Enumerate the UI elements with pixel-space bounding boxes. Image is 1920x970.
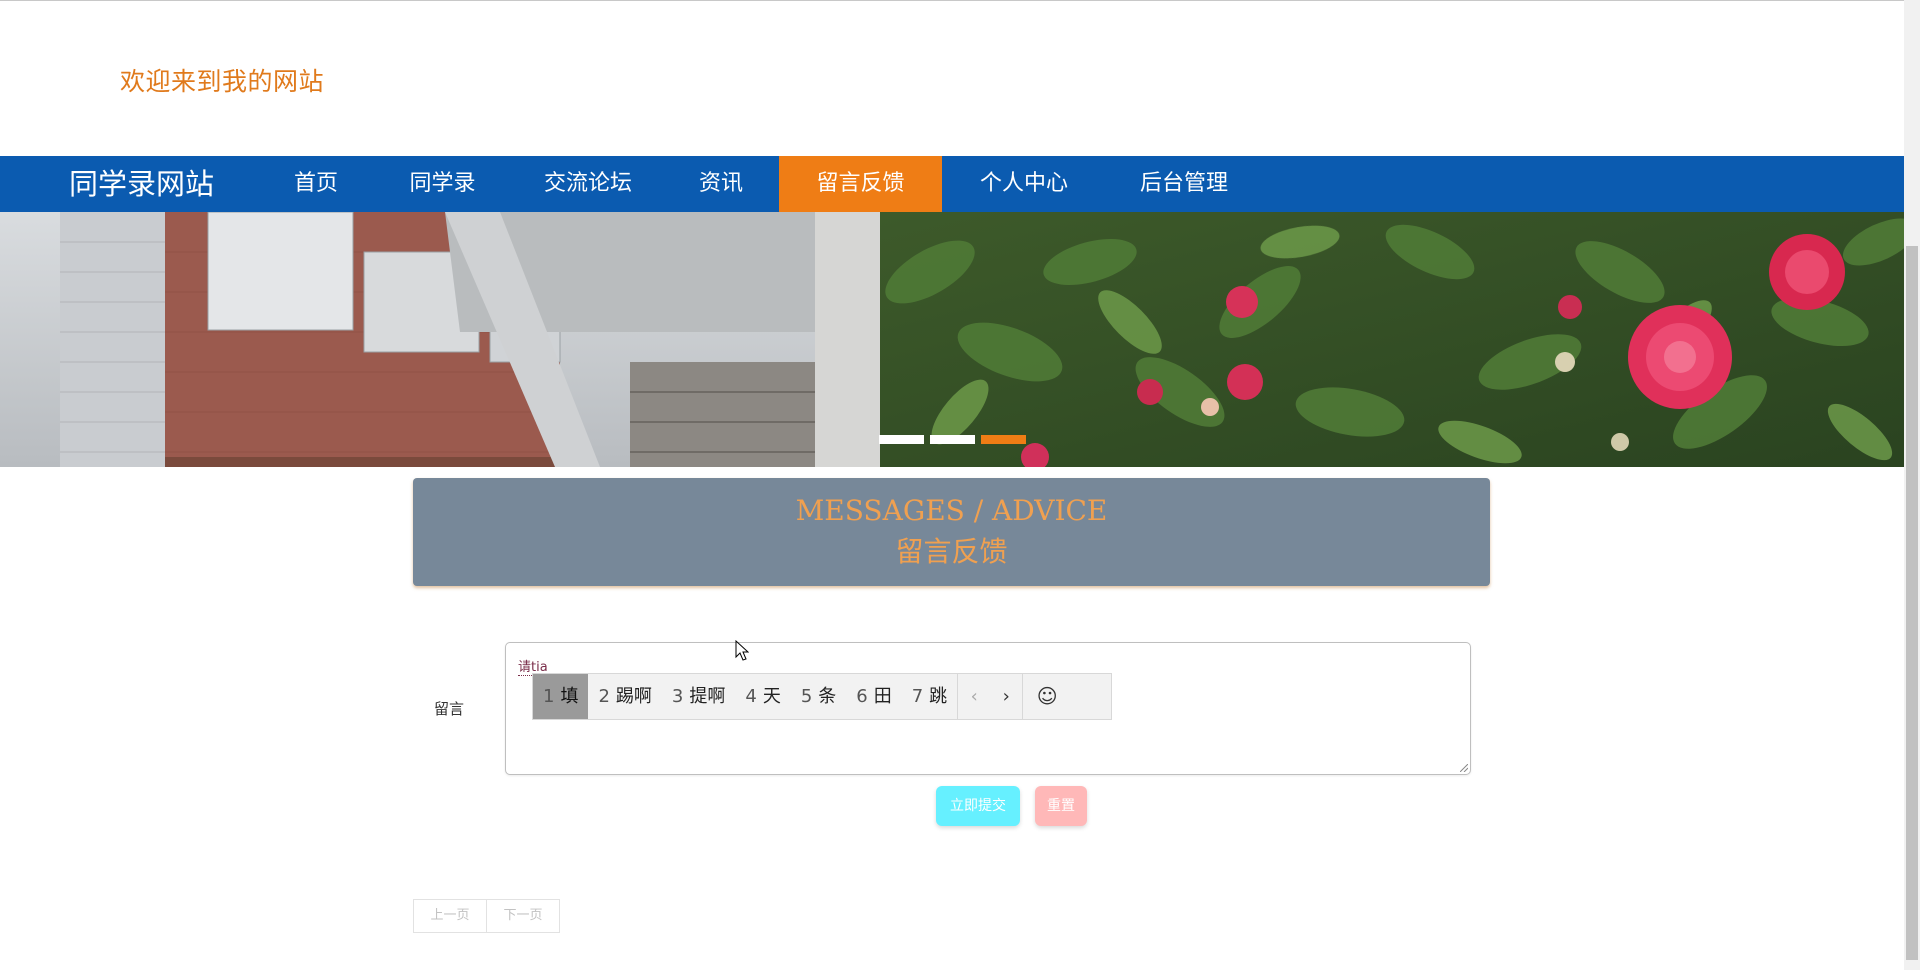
carousel-indicators	[879, 435, 1026, 444]
resize-grip-icon[interactable]	[1460, 764, 1468, 772]
nav-home[interactable]: 首页	[261, 156, 371, 212]
section-title-box: MESSAGES / ADVICE 留言反馈	[413, 478, 1490, 586]
ime-candidate-num: 3	[671, 686, 684, 707]
ime-candidate-text: 踢啊	[615, 686, 652, 707]
ime-candidate-text: 跳	[929, 686, 948, 707]
ime-candidate-text: 条	[818, 686, 837, 707]
reset-button[interactable]: 重置	[1035, 786, 1087, 826]
prev-page-button[interactable]: 上一页	[414, 900, 486, 932]
ime-candidate-4[interactable]: 4天	[735, 674, 790, 719]
ime-candidate-num: 6	[856, 686, 868, 707]
banner-carousel	[0, 212, 1904, 467]
nav-classmates[interactable]: 同学录	[385, 156, 500, 212]
submit-button[interactable]: 立即提交	[936, 786, 1020, 826]
carousel-dot-3[interactable]	[981, 435, 1026, 444]
banner-image	[0, 212, 1904, 467]
ime-candidate-7[interactable]: 7跳	[902, 674, 957, 719]
site-brand[interactable]: 同学录网站	[69, 156, 214, 212]
ime-candidate-bar: 1填 2 踢啊 3 提啊 4天 5条 6田 7跳 ‹ › ☺	[532, 673, 1112, 720]
next-page-button[interactable]: 下一页	[486, 900, 559, 932]
section-title-en: MESSAGES / ADVICE	[795, 494, 1108, 527]
message-label: 留言	[434, 700, 465, 718]
ime-candidate-1[interactable]: 1填	[533, 674, 589, 719]
ime-prev-page-icon[interactable]: ‹	[958, 674, 990, 719]
ime-candidate-text: 田	[873, 686, 892, 707]
pagination: 上一页 下一页	[413, 899, 560, 933]
carousel-dot-2[interactable]	[930, 435, 975, 444]
nav-news[interactable]: 资讯	[676, 156, 766, 212]
ime-candidate-text: 填	[560, 686, 579, 707]
ime-candidate-text: 天	[762, 686, 781, 707]
carousel-dot-1[interactable]	[879, 435, 924, 444]
ime-candidate-num: 2	[598, 686, 610, 707]
section-title-zh: 留言反馈	[895, 535, 1008, 568]
ime-candidate-2[interactable]: 2 踢啊	[588, 674, 661, 719]
main-nav: 同学录网站 首页 同学录 交流论坛 资讯 留言反馈 个人中心 后台管理	[0, 156, 1904, 212]
ime-candidate-3[interactable]: 3 提啊	[662, 674, 735, 719]
ime-candidate-text: 提啊	[689, 686, 726, 707]
ime-next-page-icon[interactable]: ›	[990, 674, 1022, 719]
nav-feedback[interactable]: 留言反馈	[779, 156, 942, 212]
ime-candidate-6[interactable]: 6田	[846, 674, 901, 719]
top-border	[0, 0, 1904, 1]
ime-candidate-num: 1	[543, 686, 555, 707]
scrollbar-thumb[interactable]	[1906, 246, 1918, 960]
nav-admin[interactable]: 后台管理	[1114, 156, 1254, 212]
nav-forum[interactable]: 交流论坛	[516, 156, 660, 212]
ime-candidate-num: 7	[911, 686, 924, 707]
ime-emoji-icon[interactable]: ☺	[1023, 674, 1071, 719]
ime-candidate-num: 4	[745, 686, 757, 707]
ime-candidate-num: 5	[800, 686, 813, 707]
mouse-cursor-icon	[735, 640, 749, 661]
ime-candidate-5[interactable]: 5条	[791, 674, 846, 719]
nav-profile[interactable]: 个人中心	[958, 156, 1090, 212]
welcome-text: 欢迎来到我的网站	[120, 67, 325, 96]
